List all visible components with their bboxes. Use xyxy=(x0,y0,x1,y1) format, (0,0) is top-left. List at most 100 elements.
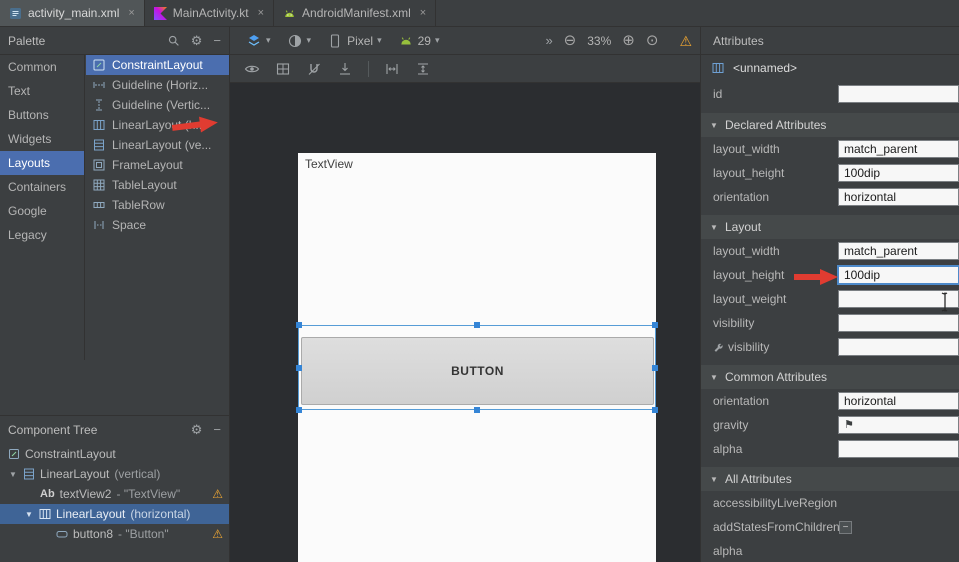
id-input[interactable] xyxy=(838,85,959,103)
attr-value-input[interactable] xyxy=(838,314,959,332)
tab-androidmanifest-xml[interactable]: AndroidManifest.xml × xyxy=(274,0,436,26)
expander-icon[interactable]: ▼ xyxy=(24,510,34,519)
section-all-attributes[interactable]: ▼ All Attributes xyxy=(701,467,959,491)
gear-icon[interactable]: ⚙ xyxy=(191,34,203,47)
zoom-in-button[interactable]: ⊕ xyxy=(622,33,635,48)
palette-item-framelayout[interactable]: FrameLayout xyxy=(86,155,229,175)
selected-linearlayout-region[interactable]: BUTTON xyxy=(298,325,656,410)
guideline-vertical-icon xyxy=(92,98,106,112)
device-screen[interactable]: TextView BUTTON xyxy=(298,153,656,562)
zoom-to-fit-button[interactable]: ⊙ xyxy=(646,33,659,48)
tree-item-linearlayout-vertical[interactable]: ▼ LinearLayout(vertical) xyxy=(0,464,229,484)
warning-icon[interactable]: ⚠ xyxy=(212,528,223,540)
palette-category-google[interactable]: Google xyxy=(0,199,84,223)
selection-handle[interactable] xyxy=(296,365,302,371)
autoconnect-magnet-off-icon[interactable] xyxy=(306,61,322,77)
view-options-eye-icon[interactable] xyxy=(244,61,260,77)
tab-label: activity_main.xml xyxy=(28,6,119,20)
search-icon[interactable] xyxy=(167,34,180,47)
canvas-textview[interactable]: TextView xyxy=(305,157,353,171)
flag-icon[interactable]: ⚑ xyxy=(844,420,854,431)
default-margins-icon[interactable] xyxy=(337,61,353,77)
component-tree-title: Component Tree xyxy=(8,423,97,437)
component-tree: ConstraintLayout ▼ LinearLayout(vertical… xyxy=(0,444,229,544)
tab-label: MainActivity.kt xyxy=(173,6,249,20)
palette-category-buttons[interactable]: Buttons xyxy=(0,103,84,127)
canvas-button[interactable]: BUTTON xyxy=(301,337,654,405)
constraintlayout-icon xyxy=(8,448,20,460)
expander-icon[interactable]: ▼ xyxy=(8,470,18,479)
blueprint-grid-icon[interactable] xyxy=(275,61,291,77)
section-common-attributes[interactable]: ▼ Common Attributes xyxy=(701,365,959,389)
android-icon xyxy=(398,33,414,49)
attr-row: visibility xyxy=(701,311,959,335)
orientation-selector[interactable]: ▾ xyxy=(287,33,312,49)
warning-icon[interactable]: ⚠ xyxy=(212,488,223,500)
collapse-icon: ▼ xyxy=(709,121,719,130)
selection-handle[interactable] xyxy=(474,407,480,413)
selection-handle[interactable] xyxy=(296,322,302,328)
tab-activity-main-xml[interactable]: activity_main.xml × xyxy=(0,0,145,26)
palette-item-linearlayout-vertical[interactable]: LinearLayout (ve... xyxy=(86,135,229,155)
linearlayout-vertical-icon xyxy=(23,468,35,480)
palette-item-guideline-horizontal[interactable]: Guideline (Horiz... xyxy=(86,75,229,95)
close-icon[interactable]: × xyxy=(128,8,134,19)
attr-value-input[interactable]: match_parent xyxy=(838,140,959,158)
space-icon xyxy=(92,218,106,232)
palette-item-tablerow[interactable]: TableRow xyxy=(86,195,229,215)
selection-handle[interactable] xyxy=(296,407,302,413)
palette-category-layouts[interactable]: Layouts xyxy=(0,151,84,175)
attr-value-input[interactable]: horizontal xyxy=(838,188,959,206)
palette-category-widgets[interactable]: Widgets xyxy=(0,127,84,151)
attr-row: layout_height 100dip xyxy=(701,161,959,185)
palette-item-space[interactable]: Space xyxy=(86,215,229,235)
zoom-out-button[interactable]: ⊖ xyxy=(564,33,577,48)
selection-handle[interactable] xyxy=(652,322,658,328)
design-surface-selector[interactable]: ▾ xyxy=(246,33,271,49)
palette-category-text[interactable]: Text xyxy=(0,79,84,103)
attr-value-input[interactable]: match_parent xyxy=(838,242,959,260)
attr-value-input[interactable]: ⚑ xyxy=(838,416,959,434)
attributes-panel: <unnamed> id ▼ Declared Attributes layou… xyxy=(700,55,959,562)
pack-horizontally-icon[interactable] xyxy=(384,61,400,77)
attr-value-input[interactable]: 100dip xyxy=(838,266,959,284)
component-tree-header: Component Tree ⚙ − xyxy=(0,415,229,443)
tab-mainactivity-kt[interactable]: MainActivity.kt × xyxy=(145,0,274,26)
tree-item-linearlayout-horizontal[interactable]: ▼ LinearLayout(horizontal) xyxy=(0,504,229,524)
palette-item-tablelayout[interactable]: TableLayout xyxy=(86,175,229,195)
tree-item-button8[interactable]: button8- "Button" ⚠ xyxy=(0,524,229,544)
gear-icon[interactable]: ⚙ xyxy=(191,423,203,436)
attr-value-input[interactable]: horizontal xyxy=(838,392,959,410)
layout-xml-file-icon xyxy=(9,7,22,20)
palette-header: Palette ⚙ − xyxy=(0,27,230,55)
linearlayout-horizontal-icon xyxy=(39,508,51,520)
tree-item-textview2[interactable]: Ab textView2- "TextView" ⚠ xyxy=(0,484,229,504)
attr-row-tools-visibility: visibility xyxy=(701,335,959,359)
device-selector[interactable]: Pixel ▾ xyxy=(327,33,382,49)
close-icon[interactable]: × xyxy=(258,8,264,19)
close-icon[interactable]: × xyxy=(420,8,426,19)
minimize-icon[interactable]: − xyxy=(213,423,221,436)
palette-category-legacy[interactable]: Legacy xyxy=(0,223,84,247)
palette-category-containers[interactable]: Containers xyxy=(0,175,84,199)
expand-vertically-icon[interactable] xyxy=(415,61,431,77)
attr-value-input[interactable]: 100dip xyxy=(838,164,959,182)
api-level-selector[interactable]: 29 ▾ xyxy=(398,33,440,49)
toolbar-overflow-button[interactable]: » xyxy=(545,34,552,47)
section-declared-attributes[interactable]: ▼ Declared Attributes xyxy=(701,113,959,137)
selection-handle[interactable] xyxy=(652,365,658,371)
attr-row: alpha xyxy=(701,539,959,562)
palette-category-common[interactable]: Common xyxy=(0,55,84,79)
issues-warning-icon[interactable]: ⚠ xyxy=(679,34,692,48)
section-layout[interactable]: ▼ Layout xyxy=(701,215,959,239)
selection-handle[interactable] xyxy=(652,407,658,413)
kotlin-file-icon xyxy=(154,7,167,20)
checkbox-indeterminate[interactable]: − xyxy=(839,521,852,534)
selection-handle[interactable] xyxy=(474,322,480,328)
minimize-icon[interactable]: − xyxy=(213,34,221,47)
attr-value-input[interactable] xyxy=(838,440,959,458)
tree-item-constraintlayout[interactable]: ConstraintLayout xyxy=(0,444,229,464)
attr-value-input[interactable] xyxy=(838,338,959,356)
palette-item-constraintlayout[interactable]: ConstraintLayout xyxy=(86,55,229,75)
layers-icon xyxy=(246,33,262,49)
